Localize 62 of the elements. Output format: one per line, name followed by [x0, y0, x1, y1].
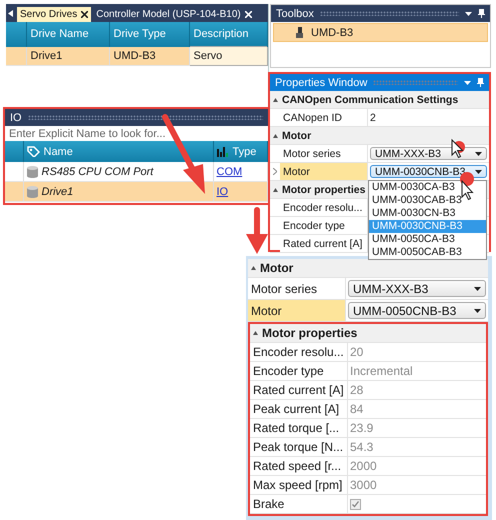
tab[interactable]: Controller Model (USP-104-B10)	[93, 7, 255, 22]
caret-icon	[475, 170, 482, 174]
scroll-left-icon[interactable]	[8, 10, 13, 17]
table-cell: Drive1	[42, 186, 74, 198]
dropdown-option[interactable]: UMM-0050CA-B3	[369, 233, 486, 246]
dropdown-option[interactable]: UMM-0030CAB-B3	[369, 194, 486, 207]
dropdown-option[interactable]: UMM-0030CA-B3	[369, 181, 486, 194]
dropdown[interactable]: UMM-0050CNB-B3	[348, 302, 486, 319]
caret-icon	[474, 286, 481, 290]
collapse-icon[interactable]	[273, 98, 278, 102]
property-label: Motor	[280, 163, 368, 180]
cylinder-icon	[26, 166, 38, 178]
row-header-corner	[6, 22, 26, 46]
property-value: 54.3	[350, 440, 374, 454]
property-value: 28	[350, 383, 364, 397]
category-label: Motor properties	[262, 326, 358, 340]
property-label: Rated current [A]	[280, 235, 368, 252]
panel-title: IO	[10, 112, 22, 124]
caret-icon	[474, 308, 481, 312]
property-value: 3000	[350, 478, 377, 492]
collapse-icon[interactable]	[253, 331, 258, 335]
table-cell: RS485 CPU COM Port	[42, 166, 154, 178]
property-label: Motor	[248, 300, 346, 321]
dropdown[interactable]: UMM-XXX-B3	[348, 280, 486, 297]
table-cell: Servo	[189, 46, 268, 66]
panel-title: Toolbox	[276, 8, 314, 20]
cylinder-icon	[26, 186, 38, 198]
column-header[interactable]: Drive Type	[109, 22, 189, 46]
dropdown[interactable]: UMM-0030CNB-B3	[370, 165, 487, 178]
property-value: 20	[350, 345, 364, 359]
column-header[interactable]: Description	[189, 22, 268, 46]
category-label: Motor	[260, 261, 294, 275]
type-link[interactable]: COM	[216, 166, 242, 178]
table-cell: Drive1	[26, 46, 109, 66]
column-header[interactable]: Drive Name	[26, 22, 109, 46]
category-label: Motor properties	[282, 184, 366, 196]
tag-icon	[26, 146, 40, 157]
property-value: 84	[350, 402, 364, 416]
table-cell: UMD-B3	[109, 46, 189, 66]
tab[interactable]: Servo Drives	[17, 7, 92, 22]
toolbox-item[interactable]: UMD-B3	[273, 23, 488, 42]
drive-icon	[296, 27, 303, 38]
collapse-icon[interactable]	[273, 188, 278, 192]
caret-icon	[475, 152, 482, 156]
category-label: CANOpen Communication Settings	[282, 94, 458, 106]
property-value: 23.9	[350, 421, 374, 435]
close-icon[interactable]	[81, 11, 88, 18]
dropdown-option[interactable]: UMM-0050CAB-B3	[369, 246, 486, 259]
pin-icon[interactable]	[478, 9, 485, 18]
collapse-icon[interactable]	[273, 134, 278, 138]
property-value: 2	[370, 112, 376, 124]
property-value: Incremental	[350, 364, 413, 378]
collapse-icon[interactable]	[251, 266, 256, 270]
row-pointer-icon	[273, 168, 277, 175]
bar-chart-icon	[216, 146, 228, 156]
type-link[interactable]: IO	[216, 186, 228, 198]
category-label: Motor	[282, 130, 312, 142]
dropdown-option[interactable]: UMM-0030CN-B3	[369, 207, 486, 220]
dropdown-arrow-icon[interactable]	[465, 12, 472, 16]
property-value: 2000	[350, 459, 377, 473]
panel-title: Properties Window	[275, 76, 368, 88]
checkbox[interactable]	[350, 498, 361, 510]
